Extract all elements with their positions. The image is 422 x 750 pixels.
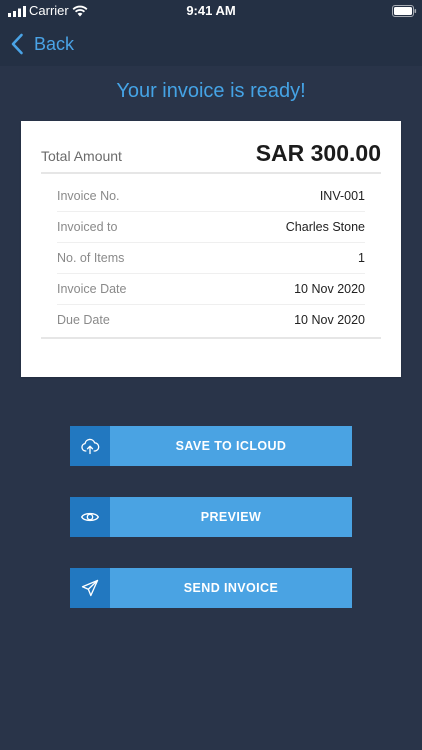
- invoice-date-row: Invoice Date 10 Nov 2020: [57, 274, 365, 305]
- chevron-left-icon: [11, 33, 23, 55]
- preview-icon-box: [70, 497, 110, 537]
- total-amount-row: Total Amount SAR 300.00: [41, 139, 381, 174]
- battery-icon: [392, 5, 417, 17]
- detail-value: 10 Nov 2020: [294, 313, 365, 327]
- page-title: Your invoice is ready!: [116, 80, 306, 102]
- send-invoice-button[interactable]: SEND INVOICE: [70, 568, 352, 608]
- save-to-icloud-label: SAVE TO ICLOUD: [175, 439, 287, 453]
- save-icon-box: [70, 426, 110, 466]
- preview-label: PREVIEW: [200, 510, 262, 524]
- detail-label: No. of Items: [57, 251, 125, 265]
- cloud-upload-icon: [81, 438, 100, 455]
- send-invoice-label: SEND INVOICE: [183, 581, 279, 595]
- detail-label: Invoiced to: [57, 220, 118, 234]
- invoice-details: Invoice No. INV-001 Invoiced to Charles …: [41, 181, 381, 339]
- top-region: Carrier 9:41 AM Back: [0, 0, 422, 66]
- back-button-label: Back: [34, 33, 75, 54]
- detail-value: Charles Stone: [285, 220, 365, 234]
- navigation-bar: Back: [0, 22, 422, 66]
- invoice-card: Total Amount SAR 300.00 Invoice No. INV-…: [21, 121, 401, 377]
- due-date-row: Due Date 10 Nov 2020: [57, 305, 365, 337]
- back-button[interactable]: Back: [10, 30, 74, 58]
- detail-value: INV-001: [319, 189, 365, 203]
- detail-value: 1: [358, 251, 365, 265]
- status-bar: Carrier 9:41 AM: [0, 0, 422, 22]
- paper-plane-icon: [81, 579, 99, 597]
- invoice-number-row: Invoice No. INV-001: [57, 181, 365, 212]
- eye-icon: [81, 512, 100, 522]
- total-amount-label: Total Amount: [41, 148, 122, 164]
- preview-button[interactable]: PREVIEW: [70, 497, 352, 537]
- detail-label: Invoice Date: [57, 282, 127, 296]
- detail-label: Due Date: [57, 313, 110, 327]
- save-to-icloud-button[interactable]: SAVE TO ICLOUD: [70, 426, 352, 466]
- total-amount-value: SAR 300.00: [255, 140, 381, 166]
- invoiced-to-row: Invoiced to Charles Stone: [57, 212, 365, 243]
- item-count-row: No. of Items 1: [57, 243, 365, 274]
- status-time: 9:41 AM: [186, 3, 236, 18]
- detail-label: Invoice No.: [57, 189, 120, 203]
- detail-value: 10 Nov 2020: [294, 282, 365, 296]
- send-icon-box: [70, 568, 110, 608]
